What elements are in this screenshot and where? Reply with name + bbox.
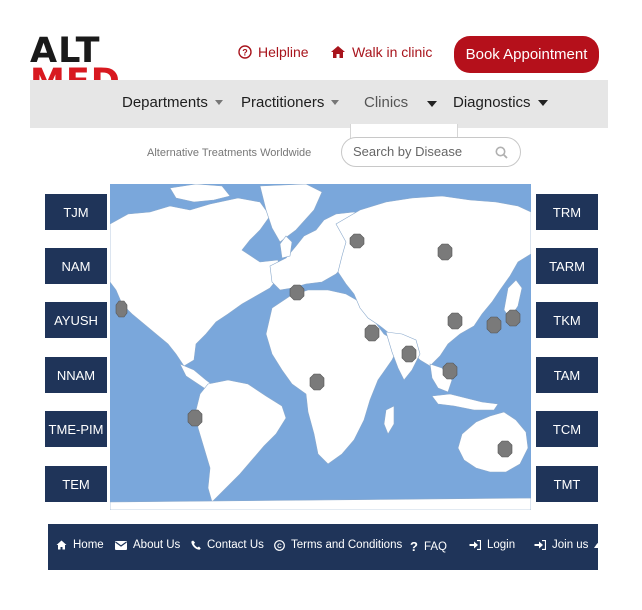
question-icon: ? (410, 539, 418, 554)
footer-login-label: Login (487, 539, 516, 551)
nav-departments-label: Departments (122, 94, 208, 111)
footer-home-label: Home (73, 539, 104, 551)
footer-contact-label: Contact Us (207, 539, 264, 551)
footer-bar: Home About Us Contact Us C Terms and Con… (48, 524, 602, 570)
chevron-down-icon (537, 99, 548, 106)
footer-home-link[interactable]: Home (56, 539, 104, 551)
chevron-down-icon[interactable] (427, 101, 437, 107)
tradition-button-nnam[interactable]: NNAM (45, 357, 107, 393)
footer-login-link[interactable]: Login (469, 539, 515, 551)
top-bar: ? Helpline Walk in clinic Book Appointme… (108, 34, 608, 74)
caret-up-icon (594, 542, 602, 548)
tradition-button-tarm[interactable]: TARM (536, 248, 598, 284)
map-marker-china (447, 312, 463, 330)
nav-diagnostics[interactable]: Diagnostics (453, 94, 548, 111)
question-circle-icon: ? (238, 45, 252, 59)
tagline: Alternative Treatments Worldwide (147, 147, 312, 159)
home-icon (330, 45, 346, 59)
tradition-button-tkm[interactable]: TKM (536, 302, 598, 338)
map-marker-middle-east (364, 324, 380, 342)
copyright-icon: C (274, 539, 285, 551)
nav-departments[interactable]: Departments (122, 94, 223, 111)
page: ALT MED ? Helpline Walk in clinic Book A… (0, 0, 642, 610)
nav-clinics-label: Clinics (364, 94, 409, 111)
svg-text:?: ? (242, 48, 248, 58)
search-box[interactable] (341, 137, 521, 167)
envelope-icon (115, 540, 127, 550)
map-marker-north-america (115, 300, 128, 318)
nav-clinics[interactable]: Clinics (364, 94, 408, 111)
tradition-button-tmt[interactable]: TMT (536, 466, 598, 502)
tradition-button-trm[interactable]: TRM (536, 194, 598, 230)
tradition-button-tem[interactable]: TEM (45, 466, 107, 502)
helpline-link[interactable]: ? Helpline (238, 44, 309, 60)
map-land-madagascar (383, 405, 395, 435)
tradition-button-nam[interactable]: NAM (45, 248, 107, 284)
map-marker-india (401, 345, 417, 363)
main-nav: Departments Practitioners Clinics Diagno… (30, 80, 608, 128)
map-marker-australia (497, 440, 513, 458)
map-land-antarctica (110, 497, 531, 510)
footer-faq-link[interactable]: ? FAQ (410, 539, 447, 554)
tradition-button-ayush[interactable]: AYUSH (45, 302, 107, 338)
footer-join-link[interactable]: Join us (534, 539, 602, 551)
nav-practitioners[interactable]: Practitioners (241, 94, 340, 111)
map-land-south-america (195, 379, 287, 503)
sign-in-icon (534, 540, 546, 550)
sign-in-icon (469, 540, 481, 550)
map-marker-europe (289, 284, 305, 301)
footer-terms-link[interactable]: C Terms and Conditions (274, 539, 402, 551)
book-appointment-button[interactable]: Book Appointment (454, 36, 599, 73)
footer-terms-label: Terms and Conditions (291, 539, 403, 551)
map-land-north-america (110, 197, 281, 367)
walk-in-label: Walk in clinic (352, 44, 433, 60)
map-marker-africa (309, 373, 325, 391)
tradition-button-tcm[interactable]: TCM (536, 411, 598, 447)
footer-faq-label: FAQ (423, 540, 447, 553)
svg-text:C: C (277, 543, 282, 550)
map-land-australia (457, 411, 529, 473)
footer-join-label: Join us (552, 539, 589, 551)
map-land-arctic-islands (169, 184, 231, 203)
map-land-indonesia (431, 393, 499, 411)
phone-icon (191, 540, 201, 550)
tradition-button-tme-pim[interactable]: TME-PIM (45, 411, 107, 447)
map-marker-southeast-asia (442, 362, 458, 380)
nav-diagnostics-label: Diagnostics (453, 94, 531, 111)
footer-contact-link[interactable]: Contact Us (191, 539, 264, 551)
world-map[interactable] (110, 184, 531, 510)
map-marker-russia-east (437, 243, 453, 261)
map-marker-south-america (187, 409, 203, 427)
chevron-down-icon (331, 100, 340, 105)
tradition-button-tjm[interactable]: TJM (45, 194, 107, 230)
tradition-button-tam[interactable]: TAM (536, 357, 598, 393)
footer-about-label: About Us (133, 539, 181, 551)
chevron-down-icon (214, 100, 223, 105)
walk-in-clinic-link[interactable]: Walk in clinic (330, 44, 432, 60)
search-input[interactable] (353, 144, 493, 159)
nav-practitioners-label: Practitioners (241, 94, 325, 111)
home-icon (56, 540, 67, 550)
footer-about-link[interactable]: About Us (115, 539, 180, 551)
helpline-label: Helpline (258, 44, 309, 60)
map-marker-russia-west (349, 233, 365, 249)
map-marker-korea (486, 316, 502, 334)
search-icon[interactable] (495, 146, 508, 164)
map-marker-japan (505, 309, 521, 327)
